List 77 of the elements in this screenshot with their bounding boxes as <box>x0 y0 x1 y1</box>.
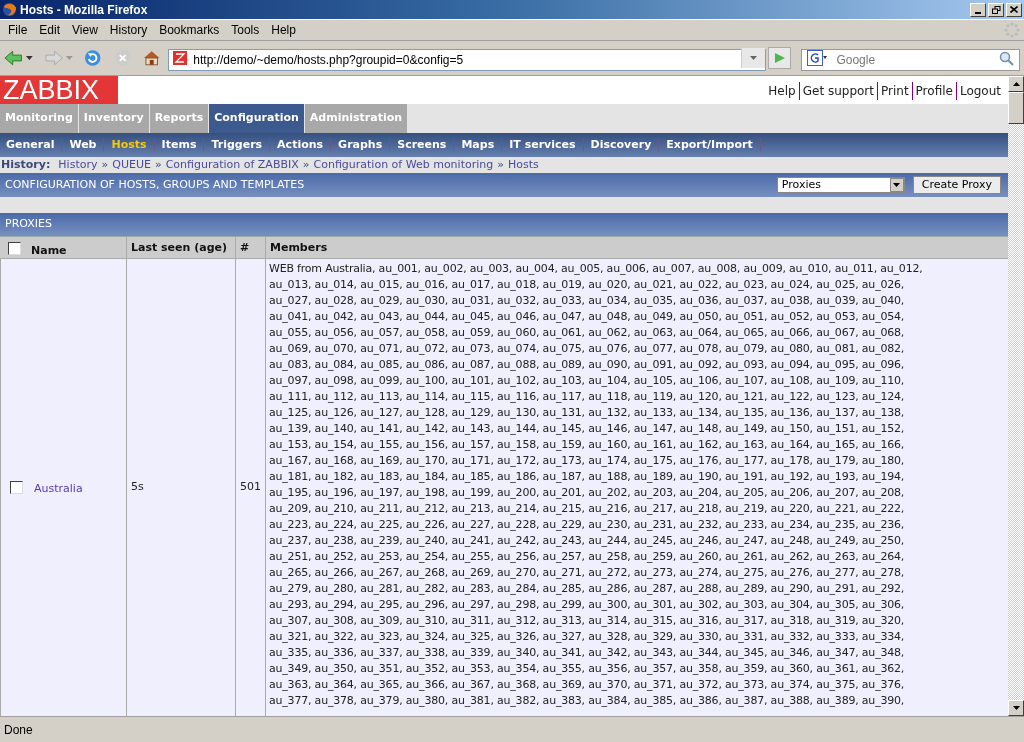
play-arrow-icon <box>773 52 786 64</box>
throbber-icon <box>1004 22 1020 38</box>
table-cell: 501 <box>240 479 261 496</box>
menu-item[interactable]: Tools <box>225 21 266 39</box>
history-label: History: <box>1 156 51 173</box>
scrollbar[interactable] <box>1008 76 1024 716</box>
down-arrow-icon <box>1012 706 1020 710</box>
scroll-thumb[interactable] <box>1008 92 1024 124</box>
proxy-link[interactable]: Australia <box>34 481 83 498</box>
checkbox[interactable] <box>8 241 21 255</box>
column-header: Name <box>31 243 67 259</box>
reload-icon[interactable] <box>84 49 102 67</box>
sub-tab[interactable]: Hosts <box>106 136 152 154</box>
dropdown-caret-icon[interactable] <box>25 55 35 61</box>
sub-tab[interactable]: General <box>1 136 60 154</box>
proxy-select[interactable]: Proxies <box>776 177 905 193</box>
search-field[interactable]: Google <box>801 49 1020 71</box>
home-icon[interactable] <box>142 49 161 67</box>
sub-tab[interactable]: Items <box>156 136 202 154</box>
header-link[interactable]: Profile <box>911 82 956 100</box>
column-header: Members <box>270 240 328 256</box>
search-icon[interactable] <box>999 50 1015 66</box>
dropdown-caret-icon <box>749 55 759 61</box>
menu-item[interactable]: Bookmarks <box>153 21 226 39</box>
breadcrumb-link[interactable]: Configuration of Web monitoring <box>313 156 494 174</box>
favicon-icon <box>173 51 188 65</box>
sub-tab[interactable]: IT services <box>504 136 581 154</box>
breadcrumb-link[interactable]: QUEUE <box>112 156 151 174</box>
menu-item[interactable]: Edit <box>33 21 67 39</box>
firefox-icon <box>2 2 17 17</box>
close-button[interactable] <box>1006 2 1022 17</box>
menu-item[interactable]: Help <box>265 21 302 39</box>
section-title: CONFIGURATION OF HOSTS, GROUPS AND TEMPLATES <box>5 176 306 193</box>
sub-tab[interactable]: Screens <box>392 136 452 154</box>
breadcrumb-separator: » <box>497 156 504 173</box>
breadcrumb-separator: » <box>154 156 162 173</box>
minimize-button[interactable] <box>970 2 986 17</box>
menu-item[interactable]: History <box>103 21 154 39</box>
close-icon <box>1010 6 1018 13</box>
main-tab[interactable]: Configuration <box>209 104 304 133</box>
restore-button[interactable] <box>988 2 1004 17</box>
menu-item[interactable]: File <box>2 21 34 39</box>
sub-tab[interactable]: Triggers <box>206 136 268 154</box>
breadcrumb-link[interactable]: History <box>58 156 98 174</box>
header-link[interactable]: Get support <box>798 82 877 100</box>
table-title: PROXIES <box>5 216 52 233</box>
header-link[interactable]: Print <box>877 82 912 100</box>
column-header: # <box>240 240 250 256</box>
checkbox[interactable] <box>10 481 23 494</box>
restore-icon <box>991 5 1001 14</box>
sub-tab[interactable]: Graphs <box>333 136 388 154</box>
create-proxy-button[interactable]: Create Proxy <box>912 176 1001 194</box>
table-cell: 5s <box>131 479 144 496</box>
breadcrumb-link[interactable]: Configuration of ZABBIX <box>165 156 299 174</box>
sub-tab[interactable]: Web <box>64 136 102 154</box>
dropdown-button[interactable] <box>741 48 766 68</box>
address-field[interactable]: http://demo/~demo/hosts.php?groupid=0&config=5 <box>168 49 767 71</box>
header-link[interactable]: Logout <box>955 82 1004 100</box>
members-text: WEB from Australia, au_001, au_002, au_003, au_004, au_005, au_006, au_007, au_008, au_009, au_010, au_011, au_012, au_013, au_014, au_015, au_016, au_017, au_018, au_019, au_020, au_021, au_022, au_023, au_024, au_025, au_026, au_027, au_028, au_029, au_030, au_031, au_032, au_033, au_034, au_035, au_036, au_037, au_038, au_039, au_040, au_041, au_042, au_043, au_044, au_045, au_046, au_047, au_048, au_049, au_050, au_051, au_052, au_053, au_054, au_055, au_056, au_057, au_058, au_059, au_060, au_061, au_062, au_063, au_064, au_065, au_066, au_067, au_068, au_069, au_070, au_071, au_072, au_073, au_074, au_075, au_076, au_077, au_078, au_079, au_080, au_081, au_082, au_083, au_084, au_085, au_086, au_087, au_088, au_089, au_090, au_091, au_092, au_093, au_094, au_095, au_096, au_097, au_098, au_099, au_100, au_101, au_102, au_103, au_104, au_105, au_106, au_107, au_108, au_109, au_110, au_111, au_112, au_113, au_114, au_115, au_116, au_117, au_118, au_119, au_120, au_121, au_122, au_123, au_124, au_125, au_126, au_127, au_128, au_129, au_130, au_131, au_132, au_133, au_134, au_135, au_136, au_137, au_138, au_139, au_140, au_141, au_142, au_143, au_144, au_145, au_146, au_147, au_148, au_149, au_150, au_151, au_152, au_153, au_154, au_155, au_156, au_157, au_158, au_159, au_160, au_161, au_162, au_163, au_164, au_165, au_166, au_167, au_168, au_169, au_170, au_171, au_172, au_173, au_174, au_175, au_176, au_177, au_178, au_179, au_180, au_181, au_182, au_183, au_184, au_185, au_186, au_187, au_188, au_189, au_190, au_191, au_192, au_193, au_194, au_195, au_196, au_197, au_198, au_199, au_200, au_201, au_202, au_203, au_204, au_205, au_206, au_207, au_208, au_209, au_210, au_211, au_212, au_213, au_214, au_215, au_216, au_217, au_218, au_219, au_220, au_221, au_222, au_223, au_224, au_225, au_226, au_227, au_228, au_229, au_230, au_231, au_232, au_233, au_234, au_235, au_236, au_237, au_238, au_239, au_240, au_241, au_242, au_243, au_244, au_245, au_246, au_247, au_248, au_249, au_250, au_251, au_252, au_253, au_254, au_255, au_256, au_257, au_258, au_259, au_260, au_261, au_262, au_263, au_264, au_265, au_266, au_267, au_268, au_269, au_270, au_271, au_272, au_273, au_274, au_275, au_276, au_277, au_278, au_279, au_280, au_281, au_282, au_283, au_284, au_285, au_286, au_287, au_288, au_289, au_290, au_291, au_292, au_293, au_294, au_295, au_296, au_297, au_298, au_299, au_300, au_301, au_302, au_303, au_304, au_305, au_306, au_307, au_308, au_309, au_310, au_311, au_312, au_313, au_314, au_315, au_316, au_317, au_318, au_319, au_320, au_321, au_322, au_323, au_324, au_325, au_326, au_327, au_328, au_329, au_330, au_331, au_332, au_333, au_334, au_335, au_336, au_337, au_338, au_339, au_340, au_341, au_342, au_343, au_344, au_345, au_346, au_347, au_348, au_349, au_350, au_351, au_352, au_353, au_354, au_355, au_356, au_357, au_358, au_359, au_360, au_361, au_362, au_363, au_364, au_365, au_366, au_367, au_368, au_369, au_370, au_371, au_372, au_373, au_374, au_375, au_376, au_377, au_378, au_379, au_380, au_381, au_382, au_383, au_384, au_385, au_386, au_387, au_388, au_389, au_390, <box>269 261 924 709</box>
sub-tab[interactable]: Discovery <box>585 136 657 154</box>
status-text: Done <box>4 721 33 739</box>
scroll-up-button[interactable] <box>1008 76 1024 92</box>
breadcrumb-separator: » <box>302 156 310 173</box>
breadcrumb-link[interactable]: Hosts <box>507 156 539 174</box>
sub-tab[interactable]: Export/Import <box>661 136 758 154</box>
scroll-down-button[interactable] <box>1008 700 1024 716</box>
sub-tab[interactable]: Actions <box>272 136 329 154</box>
search-engine-icon[interactable] <box>806 50 828 66</box>
sub-tab[interactable]: Maps <box>456 136 500 154</box>
window-title: Hosts - Mozilla Firefox <box>20 1 149 19</box>
dropdown-caret-icon[interactable] <box>893 183 901 187</box>
breadcrumb-separator: » <box>101 156 109 173</box>
column-header: Last seen (age) <box>131 240 227 256</box>
menu-item[interactable]: View <box>66 21 104 39</box>
up-arrow-icon <box>1012 82 1020 86</box>
zabbix-logo: ZABBIX <box>0 76 118 104</box>
header-link[interactable]: Help <box>765 82 799 100</box>
